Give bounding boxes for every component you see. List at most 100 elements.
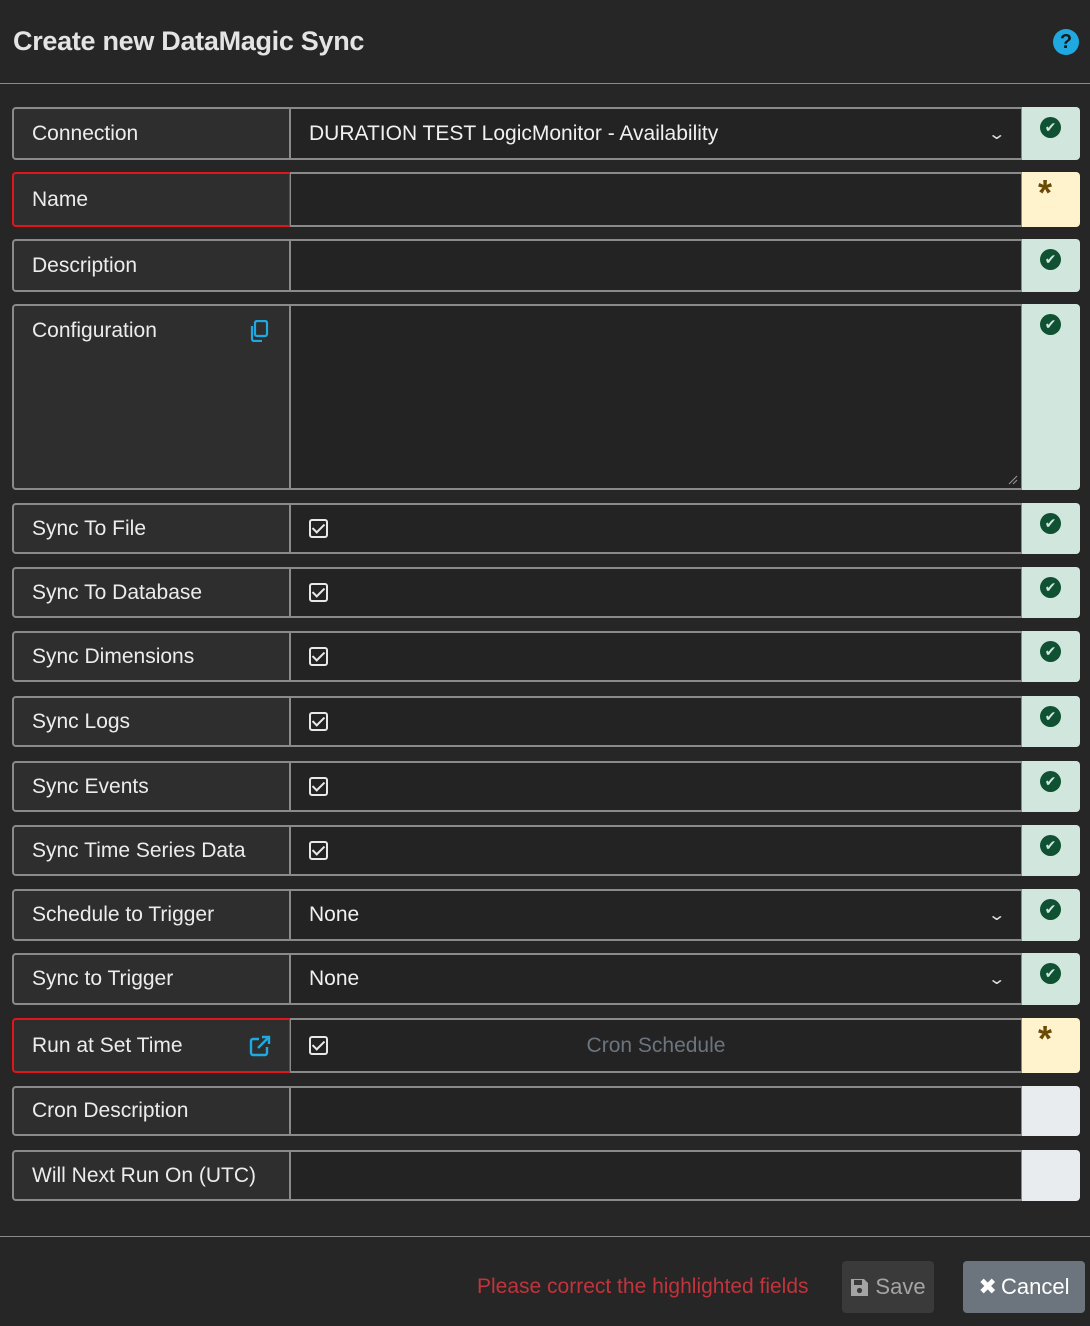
cron-description-value	[290, 1086, 1023, 1136]
check-circle-icon: ✔	[1040, 963, 1061, 984]
sync-time-series-row: Sync Time Series Data ✔	[12, 825, 1080, 876]
run-at-set-time-field: Cron Schedule	[290, 1018, 1023, 1073]
sync-time-series-checkbox[interactable]	[309, 841, 328, 860]
dialog-title: Create new DataMagic Sync	[13, 26, 365, 56]
cancel-button-label: Cancel	[1000, 1274, 1070, 1299]
sync-to-database-status: ✔	[1022, 567, 1080, 618]
schedule-to-trigger-label: Schedule to Trigger	[12, 889, 291, 941]
chevron-down-icon: ⌄	[986, 125, 1006, 143]
description-label: Description	[12, 239, 291, 292]
sync-to-database-field	[290, 567, 1023, 618]
configuration-label-text: Configuration	[32, 319, 157, 342]
check-circle-icon: ✔	[1040, 249, 1061, 270]
sync-dimensions-label: Sync Dimensions	[12, 631, 291, 682]
description-status: ✔	[1022, 239, 1080, 292]
will-next-run-on-row: Will Next Run On (UTC)	[12, 1150, 1080, 1201]
run-at-set-time-label: Run at Set Time	[12, 1018, 291, 1073]
sync-to-trigger-select[interactable]: None ⌄	[290, 953, 1023, 1005]
sync-to-database-checkbox[interactable]	[309, 583, 328, 602]
schedule-to-trigger-value: None	[309, 903, 360, 926]
footer-divider	[0, 1236, 1090, 1237]
will-next-run-on-label: Will Next Run On (UTC)	[12, 1150, 291, 1201]
sync-time-series-label: Sync Time Series Data	[12, 825, 291, 876]
sync-to-database-label: Sync To Database	[12, 567, 291, 618]
save-button-label: Save	[875, 1274, 926, 1299]
save-button[interactable]: Save	[842, 1261, 934, 1313]
cron-description-status	[1022, 1086, 1080, 1136]
name-label: Name	[12, 172, 291, 227]
cron-schedule-input[interactable]: Cron Schedule	[291, 1034, 1021, 1058]
sync-logs-status: ✔	[1022, 696, 1080, 747]
configuration-label: Configuration	[12, 304, 291, 490]
asterisk-icon: *	[1038, 172, 1053, 213]
schedule-to-trigger-select[interactable]: None ⌄	[290, 889, 1023, 941]
sync-time-series-status: ✔	[1022, 825, 1080, 876]
check-circle-icon: ✔	[1040, 577, 1061, 598]
dialog-header: Create new DataMagic Sync ?	[0, 0, 1090, 84]
copy-icon[interactable]	[249, 320, 269, 342]
connection-select-value: DURATION TEST LogicMonitor - Availabilit…	[309, 121, 719, 145]
cron-description-row: Cron Description	[12, 1086, 1080, 1136]
sync-dimensions-row: Sync Dimensions ✔	[12, 631, 1080, 682]
connection-label: Connection	[12, 107, 291, 160]
chevron-down-icon: ⌄	[986, 971, 1006, 988]
configuration-textarea[interactable]	[290, 304, 1023, 490]
check-circle-icon: ✔	[1040, 899, 1061, 920]
resize-handle-icon[interactable]	[1008, 475, 1018, 485]
configuration-row: Configuration ✔	[12, 304, 1080, 490]
save-icon	[851, 1278, 869, 1296]
sync-logs-label: Sync Logs	[12, 696, 291, 747]
connection-select[interactable]: DURATION TEST LogicMonitor - Availabilit…	[290, 107, 1023, 160]
run-at-set-time-row: Run at Set Time Cron Schedule *	[12, 1018, 1080, 1073]
will-next-run-on-value	[290, 1150, 1023, 1201]
check-circle-icon: ✔	[1040, 641, 1061, 662]
sync-logs-checkbox[interactable]	[309, 712, 328, 731]
sync-dimensions-status: ✔	[1022, 631, 1080, 682]
description-row: Description ✔	[12, 239, 1080, 292]
sync-logs-row: Sync Logs ✔	[12, 696, 1080, 747]
sync-to-file-checkbox[interactable]	[309, 519, 328, 538]
sync-to-file-row: Sync To File ✔	[12, 503, 1080, 554]
schedule-to-trigger-status: ✔	[1022, 889, 1080, 941]
check-circle-icon: ✔	[1040, 117, 1061, 138]
sync-to-trigger-row: Sync to Trigger None ⌄ ✔	[12, 953, 1080, 1005]
validation-error-message: Please correct the highlighted fields	[477, 1275, 809, 1298]
name-row: Name *	[12, 172, 1080, 227]
sync-time-series-field	[290, 825, 1023, 876]
close-icon: ✖	[978, 1274, 997, 1299]
name-status: *	[1022, 172, 1080, 227]
sync-dimensions-field	[290, 631, 1023, 682]
asterisk-icon: *	[1038, 1018, 1053, 1059]
sync-to-file-field	[290, 503, 1023, 554]
will-next-run-on-status	[1022, 1150, 1080, 1201]
sync-events-row: Sync Events ✔	[12, 761, 1080, 812]
sync-events-status: ✔	[1022, 761, 1080, 812]
check-circle-icon: ✔	[1040, 706, 1061, 727]
configuration-status: ✔	[1022, 304, 1080, 490]
cancel-button[interactable]: ✖ Cancel	[963, 1261, 1085, 1313]
sync-to-file-label: Sync To File	[12, 503, 291, 554]
check-circle-icon: ✔	[1040, 771, 1061, 792]
sync-to-trigger-label: Sync to Trigger	[12, 953, 291, 1005]
sync-events-label: Sync Events	[12, 761, 291, 812]
check-circle-icon: ✔	[1040, 513, 1061, 534]
sync-to-trigger-status: ✔	[1022, 953, 1080, 1005]
check-circle-icon: ✔	[1040, 314, 1061, 335]
sync-to-database-row: Sync To Database ✔	[12, 567, 1080, 618]
help-icon[interactable]: ?	[1053, 29, 1079, 55]
sync-logs-field	[290, 696, 1023, 747]
run-at-set-time-label-text: Run at Set Time	[32, 1033, 183, 1057]
schedule-to-trigger-row: Schedule to Trigger None ⌄ ✔	[12, 889, 1080, 941]
connection-status: ✔	[1022, 107, 1080, 160]
sync-events-checkbox[interactable]	[309, 777, 328, 796]
chevron-down-icon: ⌄	[986, 907, 1006, 924]
cron-description-label: Cron Description	[12, 1086, 291, 1136]
connection-row: Connection DURATION TEST LogicMonitor - …	[12, 107, 1080, 160]
sync-dimensions-checkbox[interactable]	[309, 647, 328, 666]
sync-to-trigger-value: None	[309, 967, 360, 990]
name-input[interactable]	[290, 172, 1023, 227]
external-link-icon[interactable]	[249, 1035, 271, 1057]
sync-events-field	[290, 761, 1023, 812]
description-input[interactable]	[290, 239, 1023, 292]
sync-to-file-status: ✔	[1022, 503, 1080, 554]
